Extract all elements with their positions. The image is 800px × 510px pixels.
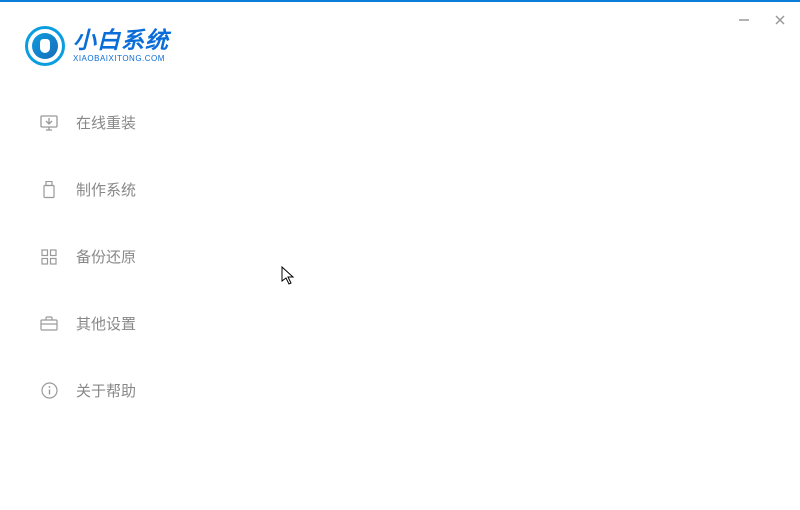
sidebar-item-online-reinstall[interactable]: 在线重装	[40, 112, 136, 133]
sidebar-item-backup-restore[interactable]: 备份还原	[40, 246, 136, 267]
sidebar-item-label: 制作系统	[76, 179, 136, 200]
mouse-cursor-icon	[281, 266, 297, 291]
sidebar: 在线重装 制作系统 备份还原	[40, 112, 136, 401]
grid-icon	[40, 248, 58, 266]
usb-drive-icon	[40, 181, 58, 199]
close-icon	[773, 13, 787, 27]
sidebar-item-label: 备份还原	[76, 246, 136, 267]
sidebar-item-label: 关于帮助	[76, 380, 136, 401]
sidebar-item-label: 在线重装	[76, 112, 136, 133]
sidebar-item-make-system[interactable]: 制作系统	[40, 179, 136, 200]
app-logo-icon	[25, 26, 65, 66]
minimize-button[interactable]	[734, 10, 754, 30]
info-icon	[40, 382, 58, 400]
app-subtitle: XIAOBAIXITONG.COM	[73, 54, 169, 63]
briefcase-icon	[40, 315, 58, 333]
close-button[interactable]	[770, 10, 790, 30]
app-title: 小白系统	[73, 29, 169, 52]
monitor-download-icon	[40, 114, 58, 132]
minimize-icon	[737, 13, 751, 27]
logo-area: 小白系统 XIAOBAIXITONG.COM	[25, 26, 169, 66]
sidebar-item-other-settings[interactable]: 其他设置	[40, 313, 136, 334]
titlebar	[734, 10, 790, 30]
sidebar-item-label: 其他设置	[76, 313, 136, 334]
sidebar-item-about-help[interactable]: 关于帮助	[40, 380, 136, 401]
logo-text: 小白系统 XIAOBAIXITONG.COM	[73, 29, 169, 63]
